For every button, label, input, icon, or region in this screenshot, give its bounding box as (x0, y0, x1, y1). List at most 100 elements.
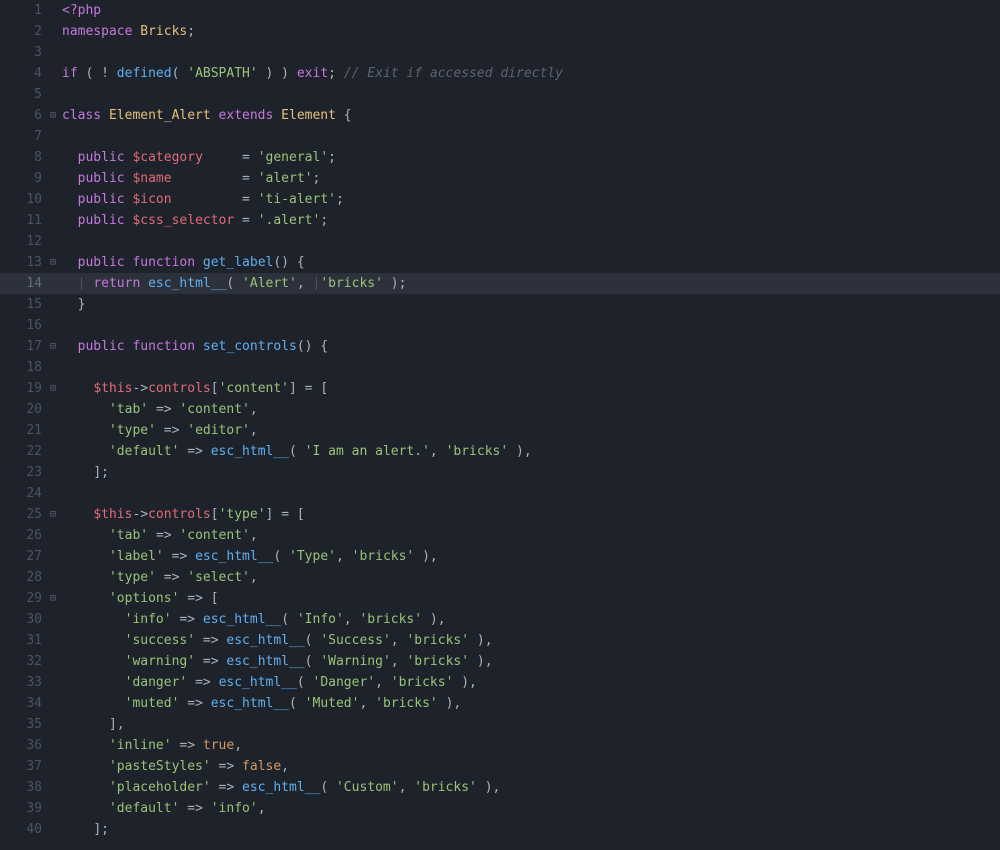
code-content[interactable]: 'label' => esc_html__( 'Type', 'bricks' … (58, 546, 1000, 567)
line-number[interactable]: 32 (0, 651, 48, 672)
code-line[interactable]: 35 ], (0, 714, 1000, 735)
line-number[interactable]: 12 (0, 231, 48, 252)
code-line[interactable]: 12 (0, 231, 1000, 252)
line-number[interactable]: 4 (0, 63, 48, 84)
code-content[interactable]: public function set_controls() { (58, 336, 1000, 357)
code-content[interactable]: $this->controls['type'] = [ (58, 504, 1000, 525)
line-number[interactable]: 3 (0, 42, 48, 63)
code-line[interactable]: 7 (0, 126, 1000, 147)
line-number[interactable]: 24 (0, 483, 48, 504)
code-line[interactable]: 11 public $css_selector = '.alert'; (0, 210, 1000, 231)
code-content[interactable]: public $name = 'alert'; (58, 168, 1000, 189)
line-number[interactable]: 5 (0, 84, 48, 105)
code-content[interactable]: ]; (58, 819, 1000, 840)
code-content[interactable]: 'options' => [ (58, 588, 1000, 609)
line-number[interactable]: 21 (0, 420, 48, 441)
line-number[interactable]: 35 (0, 714, 48, 735)
line-number[interactable]: 10 (0, 189, 48, 210)
line-number[interactable]: 23 (0, 462, 48, 483)
code-content[interactable]: $this->controls['content'] = [ (58, 378, 1000, 399)
line-number[interactable]: 34 (0, 693, 48, 714)
code-line[interactable]: 30 'info' => esc_html__( 'Info', 'bricks… (0, 609, 1000, 630)
code-line[interactable]: 18 (0, 357, 1000, 378)
code-line[interactable]: 21 'type' => 'editor', (0, 420, 1000, 441)
fold-icon[interactable]: ⊟ (48, 105, 58, 126)
code-content[interactable]: 'tab' => 'content', (58, 525, 1000, 546)
code-content[interactable]: 'type' => 'editor', (58, 420, 1000, 441)
code-content[interactable]: 'type' => 'select', (58, 567, 1000, 588)
fold-icon[interactable]: ⊟ (48, 588, 58, 609)
code-content[interactable] (58, 84, 1000, 105)
line-number[interactable]: 37 (0, 756, 48, 777)
line-number[interactable]: 28 (0, 567, 48, 588)
code-content[interactable] (58, 231, 1000, 252)
line-number[interactable]: 27 (0, 546, 48, 567)
line-number[interactable]: 7 (0, 126, 48, 147)
code-line[interactable]: 40 ]; (0, 819, 1000, 840)
code-line[interactable]: 15 } (0, 294, 1000, 315)
fold-icon[interactable]: ⊟ (48, 378, 58, 399)
code-line[interactable]: 33 'danger' => esc_html__( 'Danger', 'br… (0, 672, 1000, 693)
code-line[interactable]: 37 'pasteStyles' => false, (0, 756, 1000, 777)
line-number[interactable]: 38 (0, 777, 48, 798)
code-line[interactable]: 29⊟ 'options' => [ (0, 588, 1000, 609)
code-line[interactable]: 25⊟ $this->controls['type'] = [ (0, 504, 1000, 525)
code-content[interactable]: public $css_selector = '.alert'; (58, 210, 1000, 231)
code-content[interactable] (58, 357, 1000, 378)
line-number[interactable]: 40 (0, 819, 48, 840)
code-editor[interactable]: 1<?php2namespace Bricks;34if ( ! defined… (0, 0, 1000, 850)
code-line[interactable]: 31 'success' => esc_html__( 'Success', '… (0, 630, 1000, 651)
code-content[interactable]: <?php (58, 0, 1000, 21)
code-line[interactable]: 32 'warning' => esc_html__( 'Warning', '… (0, 651, 1000, 672)
code-content[interactable]: 'default' => 'info', (58, 798, 1000, 819)
code-line[interactable]: 6⊟class Element_Alert extends Element { (0, 105, 1000, 126)
code-content[interactable]: ]; (58, 462, 1000, 483)
code-content[interactable] (58, 483, 1000, 504)
code-content[interactable]: 'info' => esc_html__( 'Info', 'bricks' )… (58, 609, 1000, 630)
code-line[interactable]: 17⊟ public function set_controls() { (0, 336, 1000, 357)
line-number[interactable]: 18 (0, 357, 48, 378)
code-line[interactable]: 2namespace Bricks; (0, 21, 1000, 42)
code-content[interactable]: 'tab' => 'content', (58, 399, 1000, 420)
code-content[interactable]: ], (58, 714, 1000, 735)
code-content[interactable]: 'success' => esc_html__( 'Success', 'bri… (58, 630, 1000, 651)
code-line[interactable]: 34 'muted' => esc_html__( 'Muted', 'bric… (0, 693, 1000, 714)
code-content[interactable] (58, 42, 1000, 63)
code-content[interactable]: 'warning' => esc_html__( 'Warning', 'bri… (58, 651, 1000, 672)
line-number[interactable]: 39 (0, 798, 48, 819)
line-number[interactable]: 33 (0, 672, 48, 693)
code-content[interactable]: public function get_label() { (58, 252, 1000, 273)
line-number[interactable]: 6 (0, 105, 48, 126)
code-content[interactable]: 'pasteStyles' => false, (58, 756, 1000, 777)
code-line[interactable]: 26 'tab' => 'content', (0, 525, 1000, 546)
code-line[interactable]: 5 (0, 84, 1000, 105)
code-content[interactable]: 'muted' => esc_html__( 'Muted', 'bricks'… (58, 693, 1000, 714)
line-number[interactable]: 16 (0, 315, 48, 336)
code-line[interactable]: 38 'placeholder' => esc_html__( 'Custom'… (0, 777, 1000, 798)
line-number[interactable]: 14 (0, 273, 48, 294)
code-line[interactable]: 14 | return esc_html__( 'Alert', |'brick… (0, 273, 1000, 294)
code-line[interactable]: 8 public $category = 'general'; (0, 147, 1000, 168)
line-number[interactable]: 8 (0, 147, 48, 168)
code-line[interactable]: 23 ]; (0, 462, 1000, 483)
code-line[interactable]: 20 'tab' => 'content', (0, 399, 1000, 420)
code-content[interactable] (58, 315, 1000, 336)
code-line[interactable]: 19⊟ $this->controls['content'] = [ (0, 378, 1000, 399)
line-number[interactable]: 20 (0, 399, 48, 420)
code-line[interactable]: 22 'default' => esc_html__( 'I am an ale… (0, 441, 1000, 462)
code-content[interactable]: if ( ! defined( 'ABSPATH' ) ) exit; // E… (58, 63, 1000, 84)
line-number[interactable]: 19 (0, 378, 48, 399)
code-content[interactable]: | return esc_html__( 'Alert', |'bricks' … (58, 273, 1000, 294)
code-line[interactable]: 1 <?php (0, 0, 1000, 21)
line-number[interactable]: 36 (0, 735, 48, 756)
fold-icon[interactable]: ⊟ (48, 504, 58, 525)
line-number[interactable]: 30 (0, 609, 48, 630)
code-content[interactable]: public $category = 'general'; (58, 147, 1000, 168)
line-number[interactable]: 29 (0, 588, 48, 609)
code-line[interactable]: 24 (0, 483, 1000, 504)
code-line[interactable]: 10 public $icon = 'ti-alert'; (0, 189, 1000, 210)
line-number[interactable]: 1 (0, 0, 48, 21)
code-line[interactable]: 3 (0, 42, 1000, 63)
code-line[interactable]: 9 public $name = 'alert'; (0, 168, 1000, 189)
code-content[interactable]: namespace Bricks; (58, 21, 1000, 42)
